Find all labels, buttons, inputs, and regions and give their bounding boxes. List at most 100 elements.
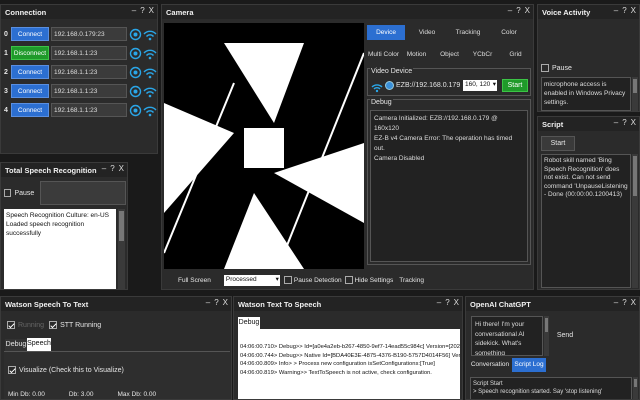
help-button[interactable]: ? <box>110 164 114 173</box>
pause-label: Pause <box>14 189 35 197</box>
watson-stt-window-controls: – ? X <box>206 298 228 307</box>
help-button[interactable]: ? <box>622 118 626 127</box>
help-button[interactable]: ? <box>140 6 144 15</box>
watson-stt-tab-debug[interactable]: Debug <box>5 339 27 351</box>
help-button[interactable]: ? <box>516 6 520 15</box>
minimize-button[interactable]: – <box>614 298 618 307</box>
camera-tab-tracking[interactable]: Tracking <box>449 25 487 40</box>
help-button[interactable]: ? <box>445 298 449 307</box>
resolution-select[interactable]: 160, 120 ▾ <box>463 80 497 91</box>
camera-title: Camera <box>166 7 194 17</box>
wifi-icon <box>143 30 157 40</box>
visualize-label: Visualize (Check this to Visualize) <box>19 366 124 374</box>
mode-select[interactable]: Processed ▾ <box>223 274 280 286</box>
camera-title-bar: Camera – ? X <box>162 5 533 19</box>
camera-tab-multi-color[interactable]: Multi Color <box>367 47 400 62</box>
minimize-button[interactable]: – <box>614 6 618 15</box>
pause-detection-label: Pause Detection <box>293 276 342 284</box>
close-button[interactable]: X <box>223 298 228 307</box>
voice-activity-title: Voice Activity <box>542 7 591 17</box>
openai-send-button[interactable]: Send <box>554 330 576 342</box>
connect-button[interactable]: Connect <box>11 103 49 117</box>
settings-icon[interactable] <box>129 66 142 79</box>
connection-address-input[interactable]: 192.168.1.1:23 <box>51 46 127 60</box>
camera-tab-grid[interactable]: Grid <box>499 47 532 62</box>
camera-debug-log: Camera Initialized: EZB://192.168.0.179 … <box>370 110 528 262</box>
camera-viewport[interactable] <box>164 23 364 269</box>
openai-log-scrollbar[interactable] <box>633 377 638 399</box>
minimize-button[interactable]: – <box>437 298 441 307</box>
camera-placeholder-image <box>164 43 364 269</box>
settings-icon[interactable] <box>129 104 142 117</box>
camera-tab-color[interactable]: Color <box>490 25 528 40</box>
pause-detection-checkbox[interactable] <box>283 276 292 284</box>
script-start-button[interactable]: Start <box>541 136 575 151</box>
voice-activity-panel: Voice Activity – ? X Pause microphone ac… <box>537 4 640 112</box>
help-button[interactable]: ? <box>214 298 218 307</box>
openai-title: OpenAI ChatGPT <box>470 299 531 309</box>
close-button[interactable]: X <box>631 298 636 307</box>
watson-tts-log: 04:06:00.710> Debug>> Id=[a0e4a2eb-b267-… <box>238 329 460 399</box>
minimize-button[interactable]: – <box>206 298 210 307</box>
watson-tts-tab-debug[interactable]: Debug <box>238 317 260 329</box>
close-button[interactable]: X <box>119 164 124 173</box>
minimize-button[interactable]: – <box>508 6 512 15</box>
camera-start-button[interactable]: Start <box>502 79 528 92</box>
close-button[interactable]: X <box>454 298 459 307</box>
openai-title-bar: OpenAI ChatGPT – ? X <box>466 297 639 311</box>
voice-activity-title-bar: Voice Activity – ? X <box>538 5 639 19</box>
connect-button[interactable]: Connect <box>11 27 49 41</box>
close-button[interactable]: X <box>631 118 636 127</box>
help-button[interactable]: ? <box>622 298 626 307</box>
connect-button[interactable]: Connect <box>11 65 49 79</box>
hide-settings-checkbox[interactable] <box>344 276 353 284</box>
camera-tab-object[interactable]: Object <box>433 47 466 62</box>
connection-address-input[interactable]: 192.168.1.1:23 <box>51 103 127 117</box>
connection-address: 192.168.1.1:23 <box>54 88 98 95</box>
script-scrollbar[interactable] <box>632 154 638 288</box>
settings-icon[interactable] <box>129 85 142 98</box>
openai-tab-conversation[interactable]: Conversation <box>470 358 510 372</box>
total-speech-controls: Pause <box>4 181 126 205</box>
settings-icon[interactable] <box>129 28 142 41</box>
openai-reply-box: Hi there! I'm your conversational AI sid… <box>471 316 543 356</box>
settings-icon[interactable] <box>129 47 142 60</box>
stt-running-checkbox[interactable] <box>49 321 58 329</box>
speech-level-box <box>40 181 126 205</box>
total-speech-title: Total Speech Recognition <box>5 165 97 175</box>
connection-address-input[interactable]: 192.168.0.179:23 <box>51 27 127 41</box>
connection-address-input[interactable]: 192.168.1.1:23 <box>51 65 127 79</box>
close-button[interactable]: X <box>149 6 154 15</box>
camera-tab-video[interactable]: Video <box>408 25 446 40</box>
connection-index: 2 <box>4 68 8 76</box>
connection-address-input[interactable]: 192.168.1.1:23 <box>51 84 127 98</box>
visualize-checkbox[interactable] <box>8 366 16 374</box>
camera-debug-group: Debug Camera Initialized: EZB://192.168.… <box>367 99 531 265</box>
openai-reply-scrollbar[interactable] <box>544 316 549 356</box>
close-button[interactable]: X <box>631 6 636 15</box>
connection-index: 3 <box>4 87 8 95</box>
pause-checkbox[interactable] <box>4 189 12 197</box>
connect-button[interactable]: Connect <box>11 84 49 98</box>
minimize-button[interactable]: – <box>614 118 618 127</box>
full-screen-button[interactable]: Full Screen <box>178 277 211 284</box>
chevron-down-icon: ▾ <box>492 81 496 88</box>
camera-tab-ycbcr[interactable]: YCbCr <box>466 47 499 62</box>
watson-stt-tab-speech[interactable]: Speech <box>27 338 51 351</box>
voice-activity-scrollbar[interactable] <box>632 77 638 111</box>
running-checkbox[interactable] <box>7 321 15 329</box>
camera-bottom-bar: Full Screen Processed ▾ Pause Detection … <box>162 271 533 289</box>
minimize-button[interactable]: – <box>102 164 106 173</box>
pause-checkbox[interactable] <box>541 64 549 72</box>
total-speech-scrollbar[interactable] <box>118 209 125 289</box>
disconnect-button[interactable]: Disconnect <box>11 46 49 60</box>
help-button[interactable]: ? <box>622 6 626 15</box>
device-address[interactable]: EZB://192.168.0.179 <box>396 82 460 89</box>
openai-tab-script-log[interactable]: Script Log <box>512 358 546 372</box>
close-button[interactable]: X <box>525 6 530 15</box>
camera-tab-device[interactable]: Device <box>367 25 405 40</box>
mode-value: Processed <box>225 275 257 283</box>
camera-tab-motion[interactable]: Motion <box>400 47 433 62</box>
script-title-bar: Script – ? X <box>538 117 639 131</box>
minimize-button[interactable]: – <box>132 6 136 15</box>
